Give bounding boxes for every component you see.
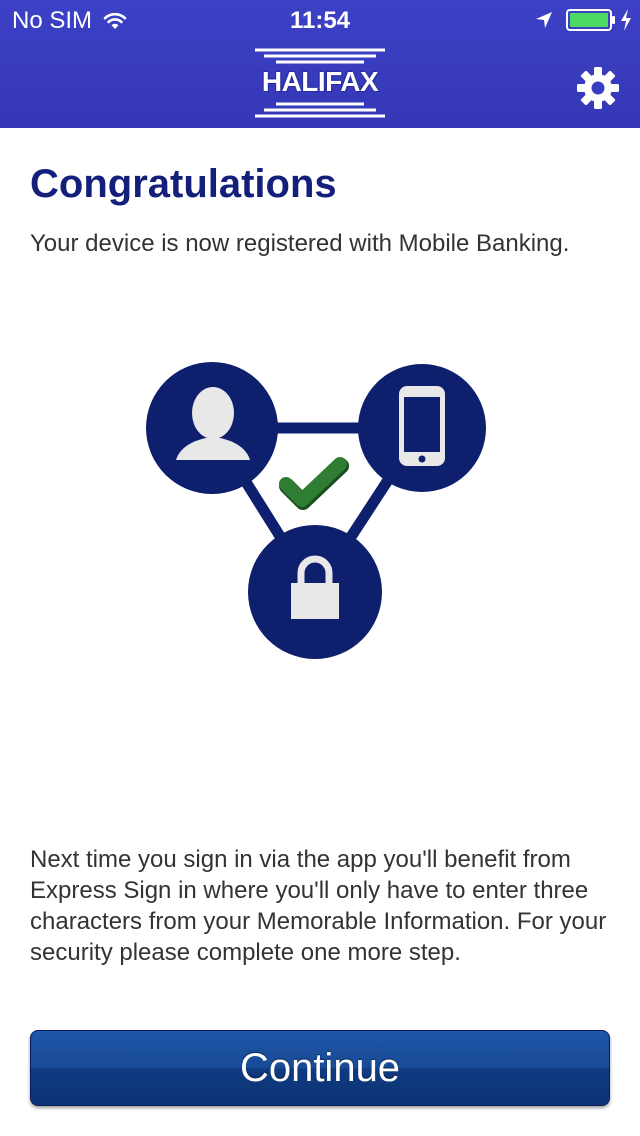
checkmark-icon <box>279 457 349 510</box>
status-bar: No SIM 11:54 <box>0 0 640 40</box>
status-right-icons <box>534 8 632 32</box>
app-header: No SIM 11:54 HALIFAX <box>0 0 640 128</box>
charging-bolt-icon <box>621 9 631 31</box>
user-node <box>146 362 278 494</box>
express-sign-in-info: Next time you sign in via the app you'll… <box>30 846 607 966</box>
gear-icon <box>577 67 619 109</box>
lock-node <box>248 525 382 659</box>
phone-node <box>358 364 486 492</box>
settings-button[interactable] <box>572 62 624 114</box>
page-title: Congratulations <box>30 162 337 206</box>
smartphone-icon <box>399 386 445 466</box>
location-arrow-icon <box>536 12 552 28</box>
halifax-logo-text: HALIFAX <box>261 66 379 97</box>
battery-icon <box>566 9 615 31</box>
continue-button[interactable]: Continue <box>30 1030 610 1106</box>
registration-message: Your device is now registered with Mobil… <box>30 230 570 257</box>
registration-diagram <box>140 354 500 664</box>
